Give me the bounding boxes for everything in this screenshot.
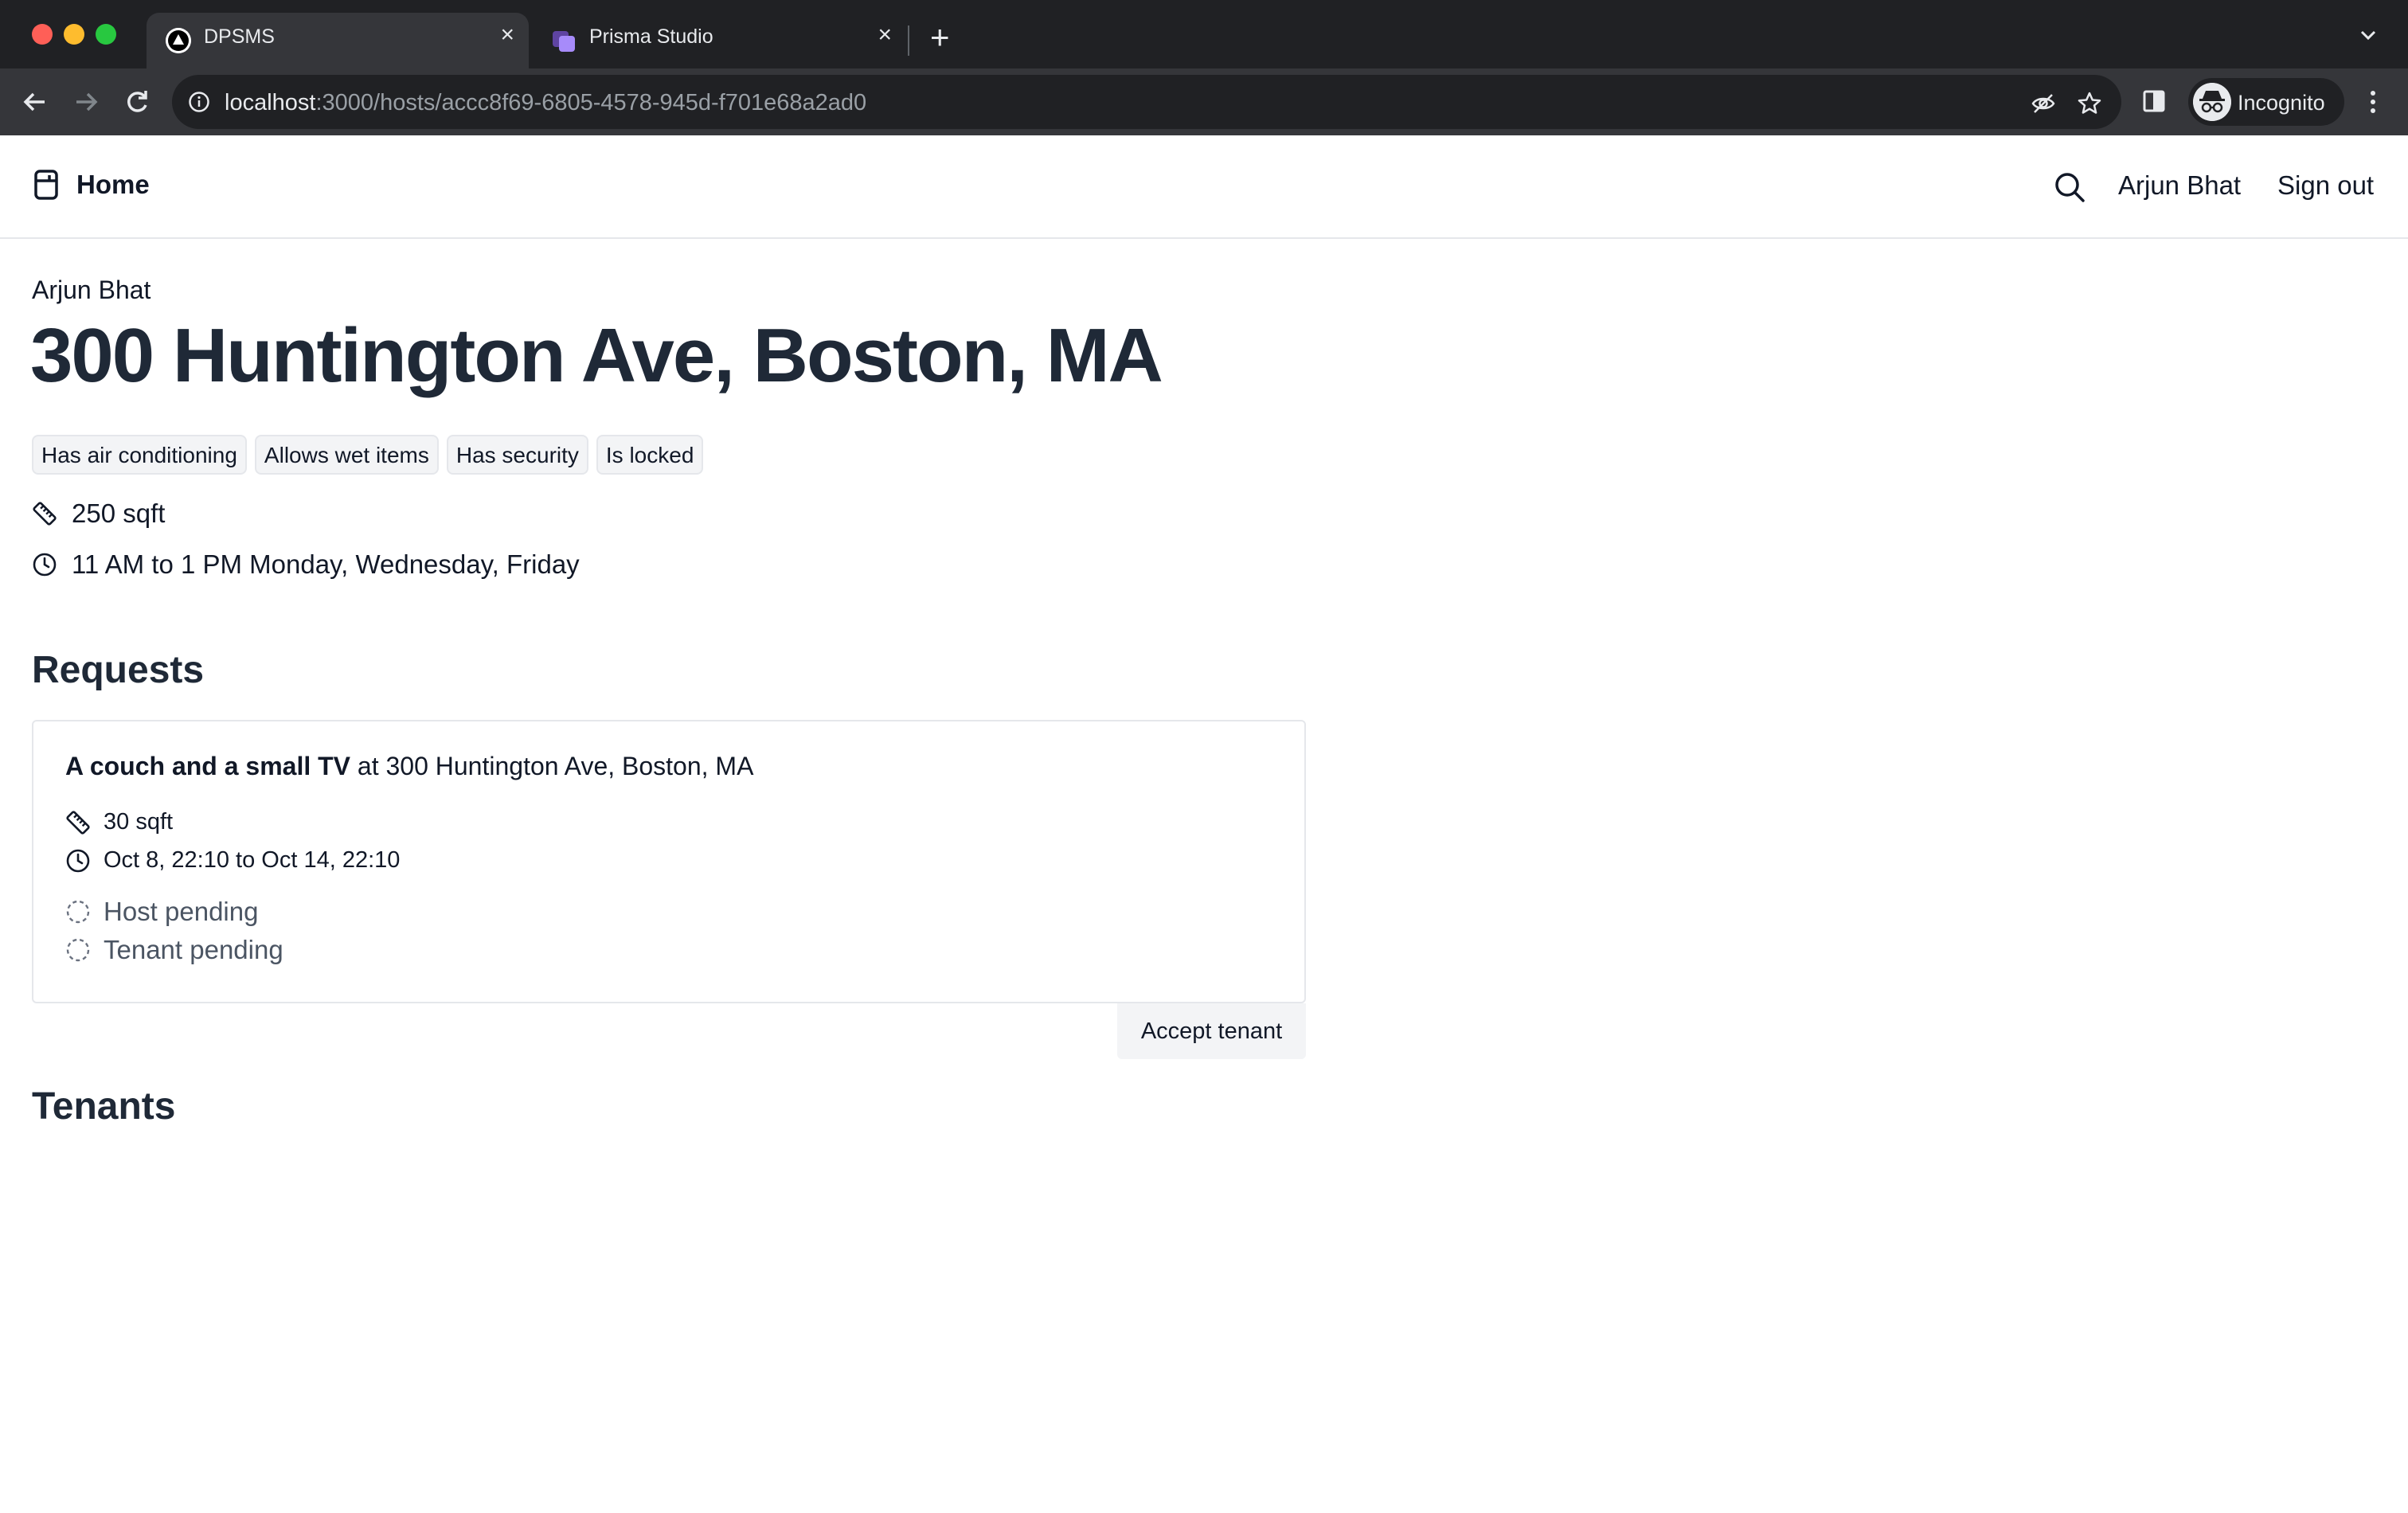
back-arrow-icon[interactable] — [18, 84, 53, 119]
home-label: Home — [76, 170, 150, 199]
host-status: Host pending — [104, 897, 259, 926]
url-text: localhost:3000/hosts/accc8f69-6805-4578-… — [225, 90, 866, 116]
site-info-icon[interactable] — [188, 91, 210, 113]
maximize-window-button[interactable] — [96, 24, 116, 45]
browser-chrome: DPSMS × Prisma Studio × + localhost:3000… — [0, 0, 2408, 135]
incognito-profile-button[interactable]: Incognito — [2188, 78, 2344, 126]
incognito-icon — [2193, 83, 2231, 121]
clock-icon — [66, 849, 90, 872]
host-hours-row: 11 AM to 1 PM Monday, Wednesday, Friday — [32, 549, 580, 580]
browser-toolbar: localhost:3000/hosts/accc8f69-6805-4578-… — [0, 68, 2408, 135]
tab-separator — [908, 25, 909, 56]
eye-off-icon[interactable] — [2031, 91, 2056, 116]
clock-icon — [33, 553, 57, 577]
feature-badge: Has air conditioning — [32, 435, 247, 475]
host-owner-name: Arjun Bhat — [32, 276, 151, 304]
feature-badge: Is locked — [596, 435, 704, 475]
request-dates: Oct 8, 22:10 to Oct 14, 22:10 — [104, 847, 401, 873]
host-status-row: Host pending — [65, 897, 258, 927]
profile-label: Incognito — [2238, 91, 2325, 115]
new-tab-icon[interactable]: + — [930, 21, 950, 54]
ruler-icon — [66, 810, 90, 835]
close-tab-icon[interactable]: × — [878, 23, 892, 47]
requests-heading: Requests — [32, 649, 205, 691]
request-item-name: A couch and a small TV — [65, 752, 351, 780]
host-area-row: 250 sqft — [32, 498, 165, 529]
close-tab-icon[interactable]: × — [500, 23, 514, 47]
more-menu-icon[interactable] — [2363, 88, 2383, 116]
tab-strip: DPSMS × Prisma Studio × + — [0, 0, 2408, 68]
triangle-logo-icon — [166, 28, 191, 53]
home-link[interactable]: Home — [32, 169, 150, 201]
feature-badge: Has security — [446, 435, 588, 475]
top-navigation: Home Arjun Bhat Sign out — [0, 135, 2408, 239]
host-hours: 11 AM to 1 PM Monday, Wednesday, Friday — [72, 549, 580, 579]
request-card: A couch and a small TV at 300 Huntington… — [32, 720, 1306, 1003]
host-area: 250 sqft — [72, 498, 166, 528]
request-area: 30 sqft — [104, 809, 174, 835]
storage-box-icon — [34, 170, 58, 200]
tab-dpsms[interactable]: DPSMS × — [147, 13, 529, 68]
chevron-down-icon[interactable] — [2357, 24, 2379, 46]
address-bar[interactable]: localhost:3000/hosts/accc8f69-6805-4578-… — [172, 75, 2121, 129]
user-name-link[interactable]: Arjun Bhat — [2118, 170, 2241, 201]
prisma-icon — [553, 31, 575, 52]
tab-title: Prisma Studio — [589, 25, 713, 48]
page-content: Home Arjun Bhat Sign out Arjun Bhat 300 … — [0, 135, 2408, 1513]
tenant-status-row: Tenant pending — [65, 935, 283, 965]
sign-out-link[interactable]: Sign out — [2277, 170, 2374, 201]
request-area-row: 30 sqft — [65, 809, 173, 835]
request-dates-row: Oct 8, 22:10 to Oct 14, 22:10 — [65, 847, 400, 874]
tenant-status: Tenant pending — [104, 935, 283, 964]
ruler-icon — [33, 502, 57, 526]
pending-circle-icon — [66, 900, 90, 924]
url-path: :3000/hosts/accc8f69-6805-4578-945d-f701… — [315, 90, 867, 115]
feature-badge: Allows wet items — [254, 435, 439, 475]
search-icon[interactable] — [2053, 170, 2086, 204]
accept-tenant-button[interactable]: Accept tenant — [1117, 1003, 1306, 1059]
side-panel-icon[interactable] — [2142, 89, 2166, 113]
tab-prisma-studio[interactable]: Prisma Studio × — [532, 13, 906, 68]
request-location: at 300 Huntington Ave, Boston, MA — [350, 752, 754, 780]
tenants-heading: Tenants — [32, 1085, 176, 1128]
page-title: 300 Huntington Ave, Boston, MA — [30, 313, 1163, 398]
pending-circle-icon — [66, 938, 90, 962]
forward-arrow-icon[interactable] — [68, 84, 104, 119]
star-icon[interactable] — [2077, 91, 2102, 116]
feature-badges: Has air conditioning Allows wet items Ha… — [32, 435, 704, 475]
tab-title: DPSMS — [204, 25, 275, 48]
request-title: A couch and a small TV at 300 Huntington… — [65, 752, 753, 781]
minimize-window-button[interactable] — [64, 24, 84, 45]
url-host: localhost — [225, 90, 316, 115]
reload-icon[interactable] — [119, 84, 154, 119]
close-window-button[interactable] — [32, 24, 53, 45]
